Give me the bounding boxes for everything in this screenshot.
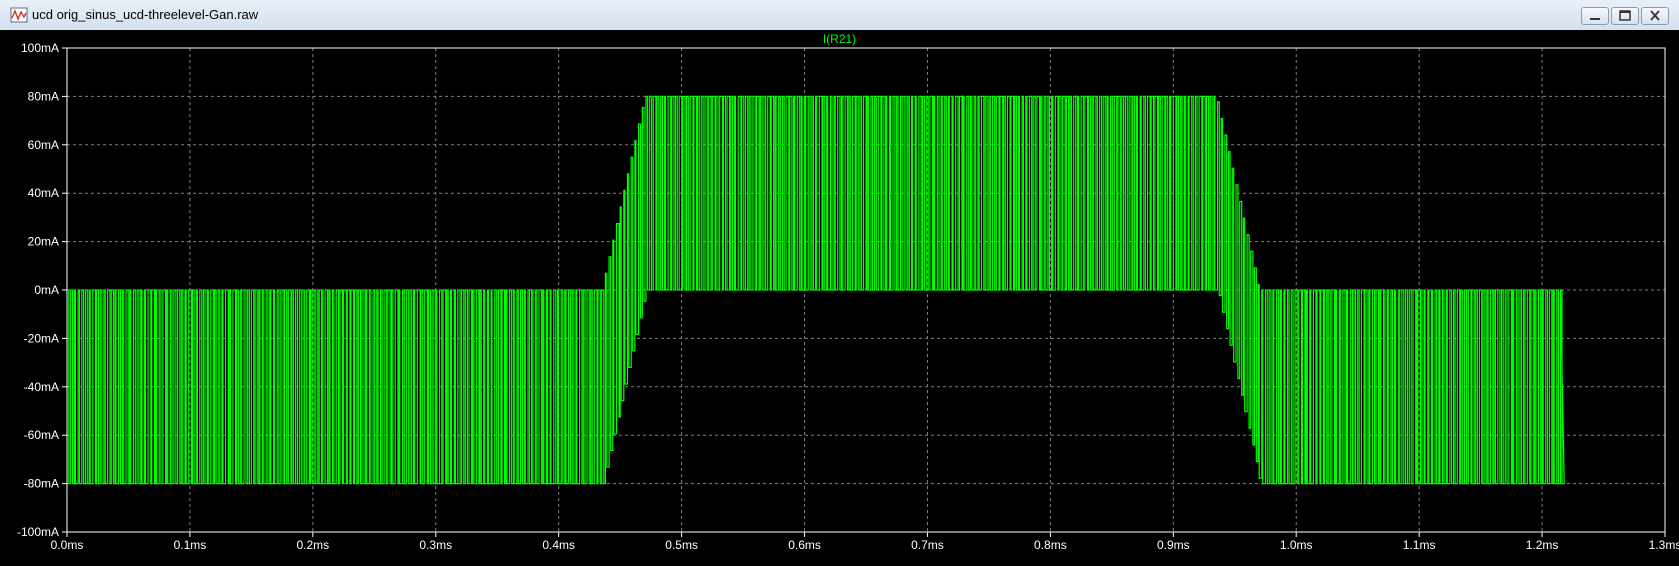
x-tick-label: 1.0ms <box>1280 538 1313 552</box>
maximize-button[interactable] <box>1611 7 1639 25</box>
y-tick-label: -20mA <box>24 331 59 345</box>
x-tick-label: 0.0ms <box>51 538 84 552</box>
plot-area[interactable]: I(R21) 0.0ms 0.1ms 0.2ms 0.3ms 0.4ms 0.5ms 0.6… <box>0 30 1679 566</box>
window-controls <box>1581 7 1669 27</box>
x-tick-label: 0.6ms <box>788 538 821 552</box>
y-tick-label: -60mA <box>24 428 59 442</box>
minimize-button[interactable] <box>1581 7 1609 25</box>
y-tick-label: -80mA <box>24 477 59 491</box>
x-tick-label: 0.5ms <box>665 538 698 552</box>
x-tick-label: 0.2ms <box>297 538 330 552</box>
waveform-chart: 0.0ms 0.1ms 0.2ms 0.3ms 0.4ms 0.5ms 0.6ms 0.7ms… <box>17 41 1679 552</box>
x-tick-label: 1.1ms <box>1403 538 1436 552</box>
x-tick-label: 0.1ms <box>174 538 207 552</box>
x-tick-label: 0.9ms <box>1157 538 1190 552</box>
x-tick-label: 0.7ms <box>911 538 944 552</box>
y-tick-label: 60mA <box>28 138 59 152</box>
y-tick-label: -40mA <box>24 380 59 394</box>
y-tick-label: 80mA <box>28 89 59 103</box>
close-button[interactable] <box>1641 7 1669 25</box>
y-tick-label: 20mA <box>28 235 59 249</box>
x-tick-label: 1.3ms <box>1649 538 1679 552</box>
series-line-I(R21) <box>67 95 1565 485</box>
window-titlebar: ucd orig_sinus_ucd-threelevel-Gan.raw <box>0 0 1679 31</box>
waveform-viewer-icon <box>10 7 28 23</box>
y-tick-label: 40mA <box>28 186 59 200</box>
x-tick-label: 0.3ms <box>419 538 452 552</box>
maximize-icon <box>1619 10 1631 21</box>
minimize-icon <box>1590 18 1600 20</box>
x-tick-label: 0.4ms <box>542 538 575 552</box>
x-tick-label: 1.2ms <box>1526 538 1559 552</box>
close-icon <box>1650 10 1660 21</box>
window-title: ucd orig_sinus_ucd-threelevel-Gan.raw <box>32 7 259 22</box>
y-tick-label: -100mA <box>17 525 59 539</box>
x-tick-label: 0.8ms <box>1034 538 1067 552</box>
y-tick-label: 100mA <box>21 41 59 55</box>
y-tick-label: 0mA <box>34 283 59 297</box>
